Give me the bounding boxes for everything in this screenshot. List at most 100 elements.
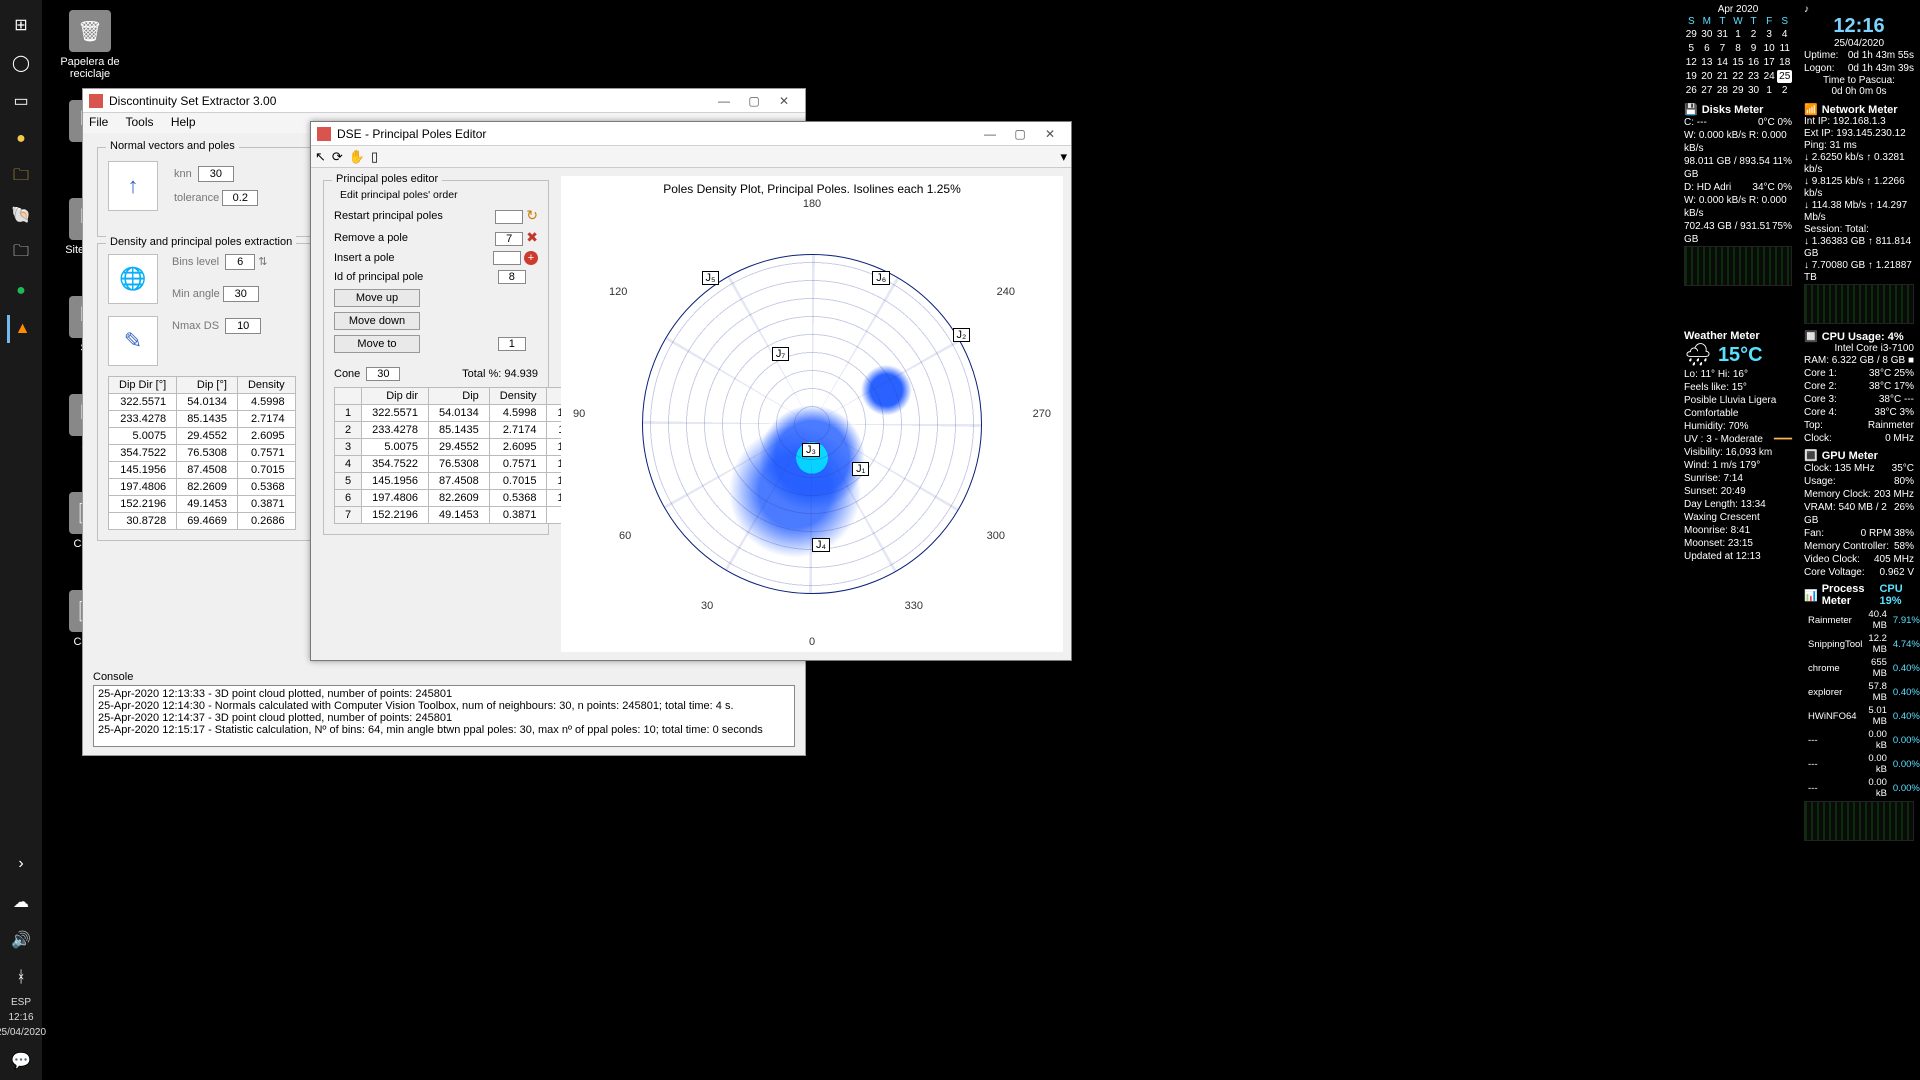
table-row[interactable]: 4354.752276.53080.757114.43: [335, 456, 596, 473]
proc-graph: [1804, 801, 1914, 841]
cpu-widget[interactable]: 🔲CPU Usage: 4% Intel Core i3-7100 RAM:6.…: [1804, 330, 1914, 841]
console-label: Console: [93, 671, 795, 683]
tolerance-input[interactable]: [222, 190, 258, 206]
add-icon[interactable]: +: [524, 251, 538, 265]
tick-60: 60: [619, 530, 631, 542]
table-row[interactable]: 1322.557154.01344.599817.82: [335, 405, 596, 422]
tolerance-label: tolerance: [174, 192, 219, 204]
poles-summary-table: Dip Dir [°] Dip [°] Density 322.557154.0…: [108, 376, 296, 530]
minimize-button[interactable]: —: [975, 127, 1005, 141]
tick-240: 240: [997, 286, 1015, 298]
cone-input[interactable]: [366, 367, 400, 381]
task-view-icon[interactable]: ▭: [7, 87, 35, 115]
volume-icon[interactable]: 🔊: [7, 926, 35, 954]
insert-input[interactable]: [493, 251, 521, 265]
menu-file[interactable]: File: [89, 115, 108, 129]
remove-input[interactable]: [495, 232, 523, 246]
calendar-month: Apr 2020: [1684, 4, 1792, 15]
spotify-icon[interactable]: ●: [7, 277, 35, 305]
nmax-input[interactable]: [225, 318, 261, 334]
tick-270: 270: [1033, 408, 1051, 420]
rotate-tool-icon[interactable]: ⟳: [332, 149, 343, 165]
move-to-button[interactable]: Move to: [334, 335, 420, 353]
restart-input[interactable]: [495, 210, 523, 224]
menu-tools[interactable]: Tools: [125, 115, 153, 129]
chrome-icon[interactable]: ●: [7, 125, 35, 153]
restart-label: Restart principal poles: [334, 210, 443, 222]
minangle-input[interactable]: [223, 286, 259, 302]
table-row[interactable]: 6197.480682.26090.536810.35: [335, 490, 596, 507]
table-row[interactable]: 354.752276.53080.7571: [109, 445, 296, 462]
table-row[interactable]: 322.557154.01344.5998: [109, 394, 296, 411]
stereonet-plot[interactable]: Poles Density Plot, Principal Poles. Iso…: [561, 176, 1063, 652]
action-center-icon[interactable]: 💬: [7, 1047, 35, 1075]
bins-input[interactable]: [225, 254, 255, 270]
recycle-bin[interactable]: 🗑 Papelera de reciclaje: [54, 10, 126, 80]
minimize-button[interactable]: —: [709, 94, 739, 108]
table-row[interactable]: 2233.427885.14352.717411.96: [335, 422, 596, 439]
edit-poles-button[interactable]: ✎: [108, 316, 158, 366]
weather-rain-icon: 🌧: [1684, 342, 1712, 368]
search-icon[interactable]: ◯: [7, 49, 35, 77]
matlab-icon[interactable]: ▲: [7, 315, 35, 343]
onedrive-icon[interactable]: ☁: [7, 888, 35, 916]
move-up-button[interactable]: Move up: [334, 289, 420, 307]
bluetooth-icon[interactable]: ᚼ: [7, 964, 35, 992]
tray-date[interactable]: 25/04/2020: [0, 1027, 46, 1038]
app-icon-1[interactable]: 🐚: [7, 201, 35, 229]
expand-tray-icon[interactable]: ›: [7, 850, 35, 878]
window-title: DSE - Principal Poles Editor: [337, 127, 486, 141]
table-row[interactable]: 152.219649.14530.3871: [109, 496, 296, 513]
network-widget[interactable]: 📶Network Meter Int IP: 192.168.1.3Ext IP…: [1804, 103, 1914, 324]
move-down-button[interactable]: Move down: [334, 312, 420, 330]
calendar-widget[interactable]: Apr 2020 SMTWTFS 29303112345678910111213…: [1684, 4, 1792, 97]
tick-300: 300: [987, 530, 1005, 542]
tick-30: 30: [701, 600, 713, 612]
app-icon-2[interactable]: 🗀: [7, 239, 35, 267]
cpu-icon: 🔲: [1804, 330, 1818, 343]
menu-help[interactable]: Help: [171, 115, 196, 129]
tick-120: 120: [609, 286, 627, 298]
remove-icon[interactable]: ✖: [526, 229, 538, 245]
weather-widget[interactable]: Weather Meter 🌧 15°C Lo: 11° Hi: 16°Feel…: [1684, 330, 1792, 841]
start-button[interactable]: ⊞: [7, 11, 35, 39]
table-row[interactable]: 233.427885.14352.7174: [109, 411, 296, 428]
disks-widget[interactable]: 💾Disks Meter C: ---0°C 0%W: 0.000 kB/s R…: [1684, 103, 1792, 324]
app-icon: [317, 127, 331, 141]
compute-normals-button[interactable]: ↑: [108, 161, 158, 211]
disk-graph: [1684, 246, 1792, 286]
refresh-icon[interactable]: ↻: [526, 207, 538, 223]
group-title: Principal poles editor: [332, 173, 442, 185]
table-row[interactable]: 35.007529.45522.609518.09: [335, 439, 596, 456]
moveto-input[interactable]: [498, 337, 526, 351]
chevron-down-icon[interactable]: ▾: [1060, 149, 1067, 165]
pointer-tool-icon[interactable]: ↖: [315, 149, 326, 165]
datatip-tool-icon[interactable]: ▯: [371, 149, 378, 165]
tray-time[interactable]: 12:16: [8, 1012, 33, 1023]
table-row[interactable]: 7152.219649.14530.38714.56: [335, 507, 596, 524]
table-row[interactable]: 5145.195687.45080.701517.73: [335, 473, 596, 490]
density-button[interactable]: 🌐: [108, 254, 158, 304]
clock-widget[interactable]: ♪ 12:16 25/04/2020 Uptime:0d 1h 43m 55s …: [1804, 4, 1914, 97]
table-row[interactable]: 197.480682.26090.5368: [109, 479, 296, 496]
maximize-button[interactable]: ▢: [1005, 127, 1035, 141]
idpp-input[interactable]: [498, 270, 526, 284]
close-button[interactable]: ✕: [1035, 127, 1065, 141]
knn-input[interactable]: [198, 166, 234, 182]
stepper-icon[interactable]: ⇅: [258, 256, 267, 268]
keyboard-lang[interactable]: ESP: [11, 997, 31, 1008]
close-button[interactable]: ✕: [769, 94, 799, 108]
titlebar[interactable]: DSE - Principal Poles Editor — ▢ ✕: [311, 122, 1071, 146]
table-row[interactable]: 145.195687.45080.7015: [109, 462, 296, 479]
net-graph: [1804, 284, 1914, 324]
console-output[interactable]: 25-Apr-2020 12:13:33 - 3D point cloud pl…: [93, 685, 795, 747]
window-title: Discontinuity Set Extractor 3.00: [109, 94, 276, 108]
j-label-3: J₃: [802, 443, 820, 457]
table-row[interactable]: 5.007529.45522.6095: [109, 428, 296, 445]
explorer-icon[interactable]: 🗀: [7, 163, 35, 191]
pan-tool-icon[interactable]: ✋: [349, 149, 365, 165]
tick-180: 180: [803, 198, 821, 210]
maximize-button[interactable]: ▢: [739, 94, 769, 108]
table-row[interactable]: 30.872869.46690.2686: [109, 513, 296, 530]
titlebar[interactable]: Discontinuity Set Extractor 3.00 — ▢ ✕: [83, 89, 805, 113]
